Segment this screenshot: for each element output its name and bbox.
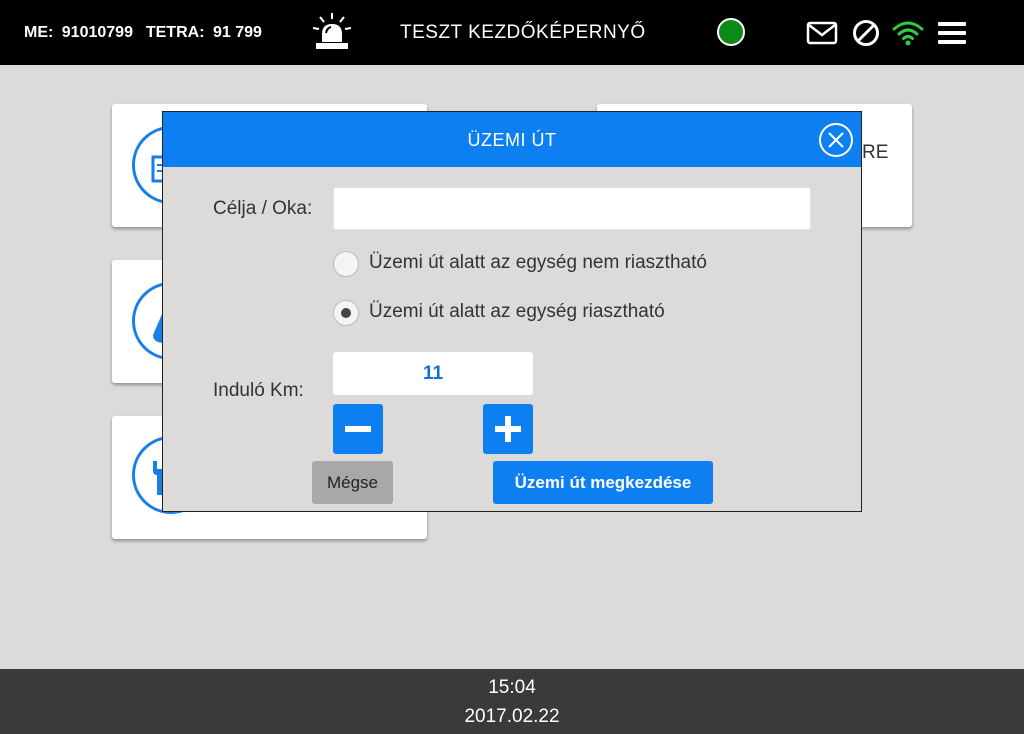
plus-icon [495,416,521,442]
tile-2-label: RE [862,142,889,163]
purpose-label: Célja / Oka: [213,198,313,219]
radio-button[interactable] [333,251,359,277]
dialog-title: ÜZEMI ÚT [467,130,557,150]
radio-button-selected[interactable] [333,300,359,326]
me-value: 91010799 [61,24,133,41]
radio-selected-dot [341,308,351,318]
block-icon[interactable] [850,18,882,48]
tetra-label: TETRA: [145,24,205,41]
radio-alertable-label: Üzemi út alatt az egység riasztható [369,301,665,322]
km-label: Induló Km: [213,380,304,401]
purpose-input[interactable] [333,187,811,230]
close-icon[interactable] [818,122,854,158]
dialog-header: ÜZEMI ÚT [163,112,861,167]
radio-not-alertable-label: Üzemi út alatt az egység nem riasztható [369,252,707,273]
app-title: TESZT KEZDŐKÉPERNYŐ [400,22,646,43]
me-label: ME: [24,24,54,41]
status-indicator [717,18,745,46]
decrement-button[interactable] [333,404,383,454]
siren-icon[interactable] [311,11,353,51]
wifi-icon [892,18,924,48]
clock-date: 2017.02.22 [464,706,560,727]
cancel-button[interactable]: Mégse [312,461,393,504]
footer: 15:04 2017.02.22 [0,669,1024,734]
mail-icon[interactable] [806,18,838,48]
start-trip-button[interactable]: Üzemi út megkezdése [493,461,713,504]
unit-ids: ME: 91010799 TETRA: 91 799 [24,24,266,42]
increment-button[interactable] [483,404,533,454]
tetra-value: 91 799 [212,24,262,41]
menu-icon[interactable] [936,18,968,48]
km-input[interactable]: 11 [333,352,533,395]
top-bar: ME: 91010799 TETRA: 91 799 TESZT KEZDŐKÉ… [0,0,1024,65]
minus-icon [345,426,371,432]
clock-time: 15:04 [488,677,536,698]
uzemi-ut-dialog: ÜZEMI ÚT Célja / Oka: Üzemi út alatt az … [162,111,862,512]
